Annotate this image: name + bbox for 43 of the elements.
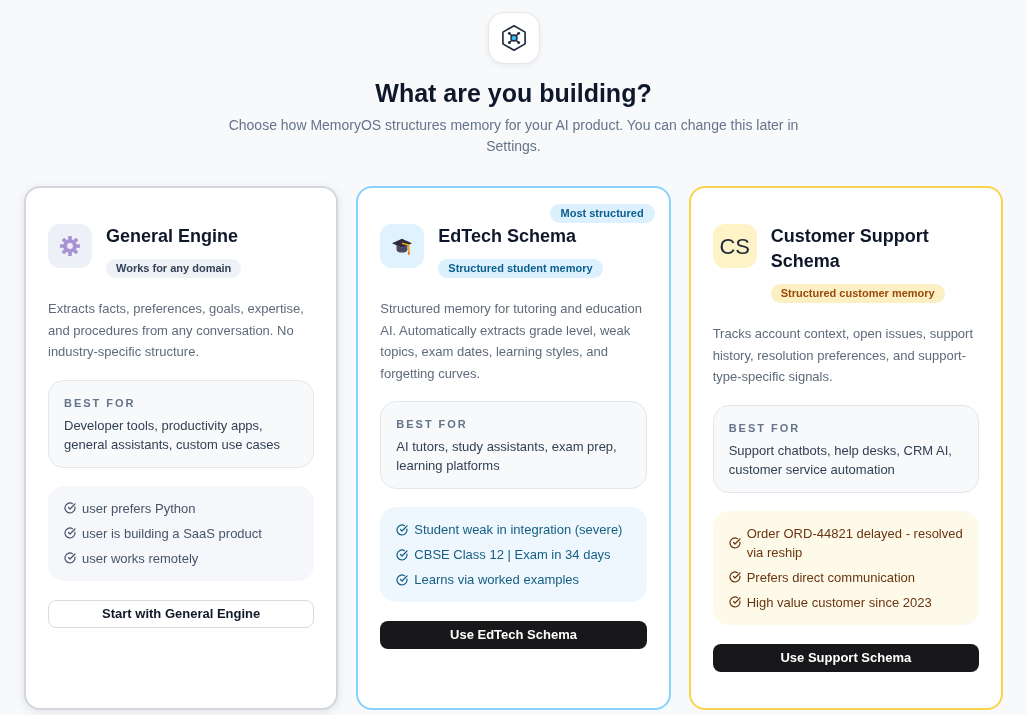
memory-item-text: Prefers direct communication: [746, 568, 915, 587]
recommendation-badge: Most structured: [549, 204, 655, 223]
check-circle-icon: [396, 523, 409, 536]
best-for-text: Support chatbots, help desks, CRM AI, customer service automation: [728, 441, 953, 479]
select-schema-button[interactable]: Use Support Schema: [712, 643, 979, 672]
check-circle-icon: [728, 596, 741, 608]
category-tag: Structured customer memory: [770, 284, 945, 303]
card-description: Structured memory for tutoring and education AI. Automatically extracts grade level, weak topics, exam dates, learning styles, and forgetting curves.: [380, 300, 643, 383]
card-title: Customer Support Schema: [770, 225, 930, 273]
check-circle-icon: [728, 536, 741, 549]
memory-item-text: Order ORD-44821 delayed - resolved via reship: [746, 524, 963, 562]
memory-item-text: user is building a SaaS product: [82, 524, 262, 543]
memory-item-text: user works remotely: [82, 549, 199, 568]
check-circle-icon: [64, 552, 76, 564]
app-logo-icon: [487, 12, 540, 64]
select-schema-button[interactable]: Start with General Engine: [48, 599, 315, 628]
best-for-label: BEST FOR: [64, 395, 137, 410]
page-title: What are you building?: [375, 78, 652, 109]
best-for-text: Developer tools, productivity apps, general assistants, custom use cases: [64, 416, 282, 454]
category-tag: Works for any domain: [106, 259, 242, 278]
select-schema-button[interactable]: Use EdTech Schema: [380, 621, 647, 649]
gear-icon: [48, 224, 92, 268]
check-circle-icon: [396, 548, 409, 561]
card-title: EdTech Schema: [438, 225, 577, 248]
check-circle-icon: [396, 573, 409, 586]
card-title: General Engine: [106, 225, 239, 248]
best-for-text: AI tutors, study assistants, exam prep, learning platforms: [396, 438, 618, 475]
page-subtitle: Choose how MemoryOS structures memory for your AI product. You can change this later in Settings.: [227, 116, 800, 156]
category-tag: Structured student memory: [438, 259, 603, 278]
memory-item-text: Student weak in integration (severe): [414, 521, 623, 539]
memory-item-text: user prefers Python: [82, 499, 196, 518]
graduation-cap-icon: [380, 224, 425, 268]
check-circle-icon: [64, 502, 76, 514]
check-circle-icon: [64, 527, 76, 539]
initials-avatar: CS: [712, 224, 757, 268]
best-for-label: BEST FOR: [728, 420, 802, 435]
card-description: Tracks account context, open issues, support history, resolution preferences, and support-type-specific signals.: [712, 325, 975, 386]
check-circle-icon: [728, 571, 741, 583]
card-description: Extracts facts, preferences, goals, expertise, and procedures from any conversation. No industry-specific structure.: [48, 300, 305, 361]
memory-item-text: CBSE Class 12 | Exam in 34 days: [414, 546, 611, 564]
best-for-label: BEST FOR: [396, 417, 469, 431]
memory-item-text: High value customer since 2023: [746, 593, 932, 612]
memory-item-text: Learns via worked examples: [414, 571, 580, 589]
